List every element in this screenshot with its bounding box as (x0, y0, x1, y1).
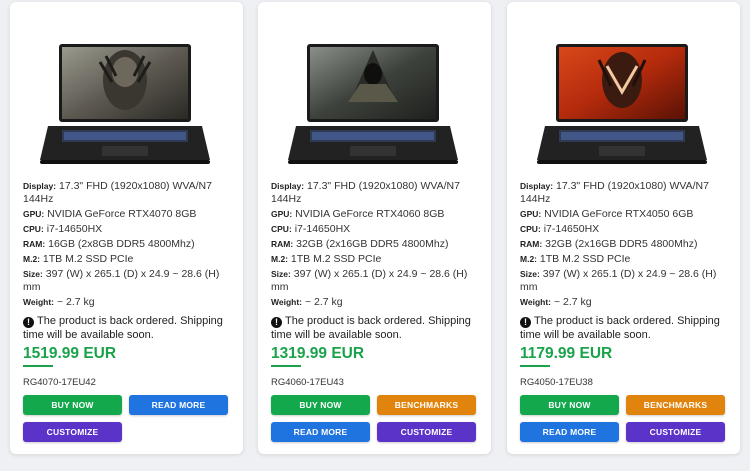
spec-label: Weight: (271, 297, 303, 307)
spec-value: NVIDIA GeForce RTX4060 8GB (295, 208, 445, 220)
spec-m2: M.2: 1TB M.2 SSD PCIe (520, 253, 732, 266)
spec-value: 1TB M.2 SSD PCIe (42, 253, 134, 265)
spec-label: GPU: (520, 209, 542, 219)
spec-label: Display: (520, 181, 554, 191)
spec-display: Display: 17.3" FHD (1920x1080) WVA/N7 14… (23, 180, 235, 206)
price-underline (271, 365, 301, 367)
backorder-notice: ! The product is back ordered. Shipping t… (520, 314, 735, 342)
spec-label: GPU: (23, 209, 45, 219)
product-grid: Display: 17.3" FHD (1920x1080) WVA/N7 14… (0, 0, 750, 471)
spec-ram: RAM: 32GB (2x16GB DDR5 4800Mhz) (271, 238, 483, 251)
product-card: Display: 17.3" FHD (1920x1080) WVA/N7 14… (258, 2, 491, 454)
spec-label: Display: (23, 181, 57, 191)
spec-size: Size: 397 (W) x 265.1 (D) x 24.9 ~ 28.6 … (271, 268, 483, 294)
spec-value: ~ 2.7 kg (304, 296, 343, 308)
spec-m2: M.2: 1TB M.2 SSD PCIe (271, 253, 483, 266)
backorder-text: The product is back ordered. Shipping ti… (23, 315, 223, 341)
laptop-image[interactable] (40, 42, 210, 167)
spec-label: RAM: (271, 239, 294, 249)
exclamation-circle-icon: ! (23, 317, 34, 328)
spec-cpu: CPU: i7-14650HX (23, 223, 235, 236)
price: 1319.99 EUR (271, 345, 365, 362)
customize-button[interactable]: CUSTOMIZE (377, 422, 476, 442)
backorder-notice: ! The product is back ordered. Shipping t… (271, 314, 486, 342)
buy-now-button[interactable]: BUY NOW (23, 395, 122, 415)
spec-value: i7-14650HX (294, 223, 351, 235)
spec-value: 1TB M.2 SSD PCIe (539, 253, 631, 265)
spec-value: i7-14650HX (46, 223, 103, 235)
spec-list: Display: 17.3" FHD (1920x1080) WVA/N7 14… (271, 180, 483, 311)
spec-cpu: CPU: i7-14650HX (271, 223, 483, 236)
laptop-image[interactable] (537, 42, 707, 167)
spec-label: Size: (271, 269, 291, 279)
price: 1179.99 EUR (520, 345, 613, 362)
spec-value: NVIDIA GeForce RTX4050 6GB (544, 208, 694, 220)
spec-weight: Weight: ~ 2.7 kg (23, 296, 235, 309)
spec-ram: RAM: 32GB (2x16GB DDR5 4800Mhz) (520, 238, 732, 251)
spec-list: Display: 17.3" FHD (1920x1080) WVA/N7 14… (23, 180, 235, 311)
spec-value: ~ 2.7 kg (56, 296, 95, 308)
spec-value: 397 (W) x 265.1 (D) x 24.9 ~ 28.6 (H) mm (520, 268, 717, 293)
exclamation-circle-icon: ! (520, 317, 531, 328)
spec-value: 32GB (2x16GB DDR5 4800Mhz) (296, 238, 449, 250)
sku: RG4050-17EU38 (520, 377, 593, 388)
spec-value: 397 (W) x 265.1 (D) x 24.9 ~ 28.6 (H) mm (23, 268, 220, 293)
spec-m2: M.2: 1TB M.2 SSD PCIe (23, 253, 235, 266)
price-underline (23, 365, 53, 367)
spec-label: Size: (23, 269, 43, 279)
read-more-button[interactable]: READ MORE (129, 395, 228, 415)
spec-label: M.2: (271, 254, 288, 264)
spec-value: ~ 2.7 kg (553, 296, 592, 308)
spec-display: Display: 17.3" FHD (1920x1080) WVA/N7 14… (271, 180, 483, 206)
spec-label: M.2: (23, 254, 40, 264)
spec-label: CPU: (271, 224, 292, 234)
spec-label: Display: (271, 181, 305, 191)
spec-gpu: GPU: NVIDIA GeForce RTX4060 8GB (271, 208, 483, 221)
spec-value: NVIDIA GeForce RTX4070 8GB (47, 208, 197, 220)
spec-label: Weight: (520, 297, 552, 307)
exclamation-circle-icon: ! (271, 317, 282, 328)
customize-button[interactable]: CUSTOMIZE (23, 422, 122, 442)
spec-weight: Weight: ~ 2.7 kg (520, 296, 732, 309)
spec-label: GPU: (271, 209, 293, 219)
spec-cpu: CPU: i7-14650HX (520, 223, 732, 236)
spec-label: RAM: (23, 239, 46, 249)
spec-label: Size: (520, 269, 540, 279)
spec-value: 397 (W) x 265.1 (D) x 24.9 ~ 28.6 (H) mm (271, 268, 468, 293)
product-card: Display: 17.3" FHD (1920x1080) WVA/N7 14… (507, 2, 740, 454)
price-underline (520, 365, 550, 367)
benchmarks-button[interactable]: BENCHMARKS (626, 395, 725, 415)
spec-gpu: GPU: NVIDIA GeForce RTX4050 6GB (520, 208, 732, 221)
buy-now-button[interactable]: BUY NOW (271, 395, 370, 415)
spec-label: CPU: (23, 224, 44, 234)
product-card: Display: 17.3" FHD (1920x1080) WVA/N7 14… (10, 2, 243, 454)
read-more-button[interactable]: READ MORE (520, 422, 619, 442)
sku: RG4060-17EU43 (271, 377, 344, 388)
sku: RG4070-17EU42 (23, 377, 96, 388)
spec-label: CPU: (520, 224, 541, 234)
spec-size: Size: 397 (W) x 265.1 (D) x 24.9 ~ 28.6 … (23, 268, 235, 294)
spec-value: 1TB M.2 SSD PCIe (290, 253, 382, 265)
laptop-image[interactable] (288, 42, 458, 167)
spec-gpu: GPU: NVIDIA GeForce RTX4070 8GB (23, 208, 235, 221)
backorder-text: The product is back ordered. Shipping ti… (520, 315, 720, 341)
customize-button[interactable]: CUSTOMIZE (626, 422, 725, 442)
price: 1519.99 EUR (23, 345, 117, 362)
benchmarks-button[interactable]: BENCHMARKS (377, 395, 476, 415)
spec-ram: RAM: 16GB (2x8GB DDR5 4800Mhz) (23, 238, 235, 251)
spec-label: RAM: (520, 239, 543, 249)
buy-now-button[interactable]: BUY NOW (520, 395, 619, 415)
backorder-text: The product is back ordered. Shipping ti… (271, 315, 471, 341)
backorder-notice: ! The product is back ordered. Shipping t… (23, 314, 238, 342)
spec-value: 16GB (2x8GB DDR5 4800Mhz) (48, 238, 195, 250)
spec-list: Display: 17.3" FHD (1920x1080) WVA/N7 14… (520, 180, 732, 311)
read-more-button[interactable]: READ MORE (271, 422, 370, 442)
spec-label: M.2: (520, 254, 537, 264)
spec-display: Display: 17.3" FHD (1920x1080) WVA/N7 14… (520, 180, 732, 206)
spec-value: 32GB (2x16GB DDR5 4800Mhz) (545, 238, 698, 250)
spec-label: Weight: (23, 297, 55, 307)
spec-weight: Weight: ~ 2.7 kg (271, 296, 483, 309)
spec-value: i7-14650HX (543, 223, 600, 235)
spec-size: Size: 397 (W) x 265.1 (D) x 24.9 ~ 28.6 … (520, 268, 732, 294)
